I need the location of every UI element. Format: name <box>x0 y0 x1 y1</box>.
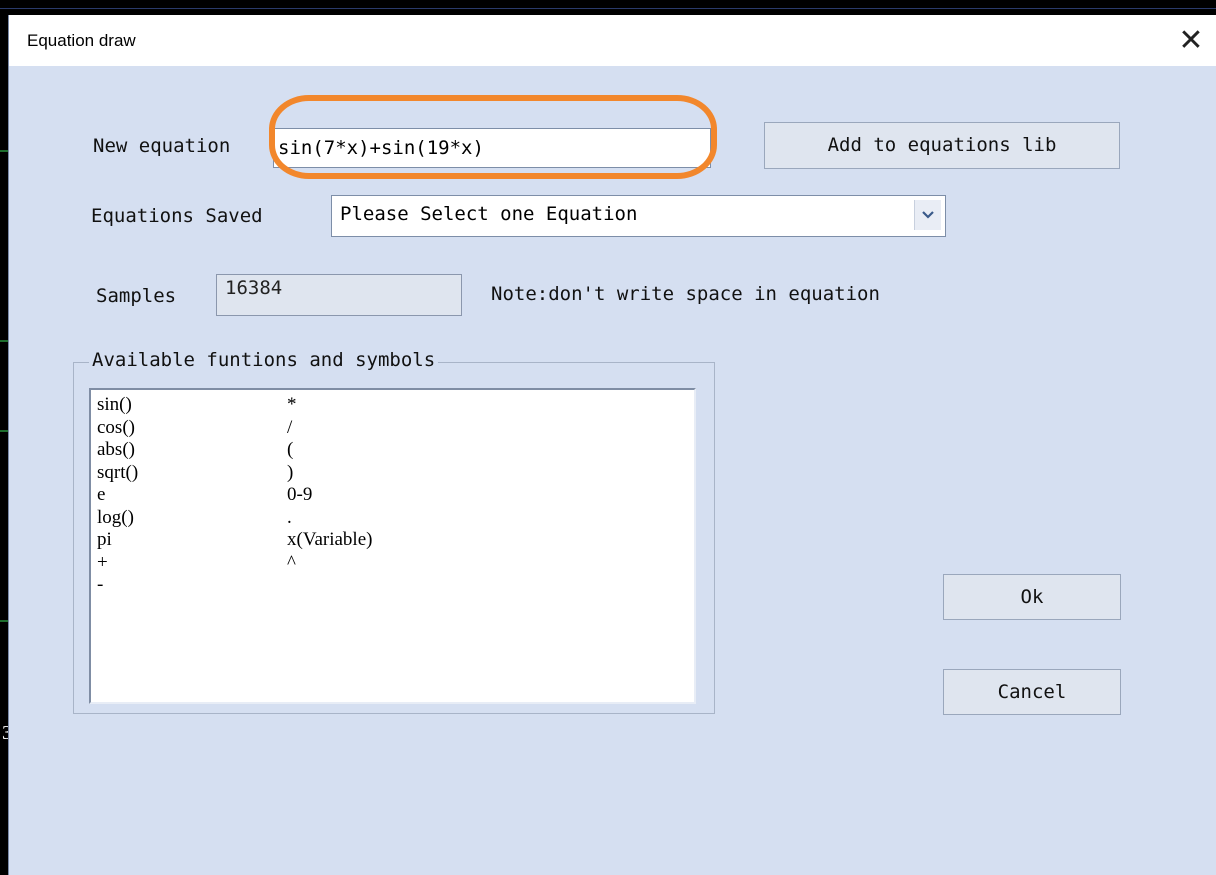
note-text: Note:don't write space in equation <box>491 283 880 305</box>
function-name: pi <box>97 529 112 550</box>
functions-list[interactable]: sin() * cos() / abs()(sqrt()) e 0-9 log(). pi x(V… <box>89 388 696 704</box>
list-item[interactable]: abs() ( <box>97 439 657 462</box>
title-bar: Equation draw ✕ <box>9 15 1216 66</box>
list-item[interactable]: sqrt()) <box>97 462 657 485</box>
list-item[interactable]: pi x(Variable) <box>97 529 657 552</box>
dialog-title: Equation draw <box>27 31 136 50</box>
function-name: e <box>97 484 106 505</box>
symbol-name: ( <box>287 439 294 460</box>
samples-field[interactable]: 16384 <box>216 274 462 316</box>
equation-draw-dialog: Equation draw ✕ New equation sin(7*x)+si… <box>8 15 1216 875</box>
functions-group-title: Available funtions and symbols <box>89 349 439 371</box>
equations-saved-select[interactable]: Please Select one Equation <box>331 195 946 237</box>
cancel-button[interactable]: Cancel <box>943 669 1121 715</box>
function-name: + <box>97 551 108 573</box>
symbol-name: * <box>287 394 297 415</box>
samples-label: Samples <box>96 285 177 307</box>
function-name: log() <box>97 506 134 528</box>
list-item[interactable]: log(). <box>97 507 657 530</box>
symbol-name: x(Variable) <box>287 529 373 550</box>
function-name: abs() <box>97 439 135 460</box>
symbol-name: ^ <box>287 551 296 573</box>
list-item[interactable]: sin() * <box>97 394 657 417</box>
symbol-name: . <box>287 506 292 528</box>
list-item[interactable]: cos() / <box>97 417 657 440</box>
list-item[interactable]: + ^ <box>97 552 657 575</box>
symbol-name: ) <box>287 461 294 483</box>
new-equation-input[interactable]: sin(7*x)+sin(19*x) <box>273 128 711 168</box>
background-tick <box>0 620 8 622</box>
equations-saved-label: Equations Saved <box>91 205 263 227</box>
symbol-name: 0-9 <box>287 484 313 505</box>
close-icon[interactable]: ✕ <box>1173 23 1209 59</box>
equations-saved-value: Please Select one Equation <box>340 203 638 225</box>
background-tick <box>0 430 8 432</box>
background-gridline <box>0 8 1216 9</box>
symbol-name: / <box>287 416 293 438</box>
ok-button[interactable]: Ok <box>943 574 1121 620</box>
function-name: - <box>97 574 104 595</box>
list-item[interactable]: e 0-9 <box>97 484 657 507</box>
list-item[interactable]: - <box>97 574 657 597</box>
function-name: sin() <box>97 394 132 415</box>
new-equation-label: New equation <box>93 135 231 157</box>
background-tick <box>0 150 8 152</box>
background-tick <box>0 340 8 342</box>
add-to-library-button[interactable]: Add to equations lib <box>764 122 1120 169</box>
function-name: cos() <box>97 416 135 438</box>
chevron-down-icon[interactable] <box>914 200 941 230</box>
function-name: sqrt() <box>97 461 139 483</box>
